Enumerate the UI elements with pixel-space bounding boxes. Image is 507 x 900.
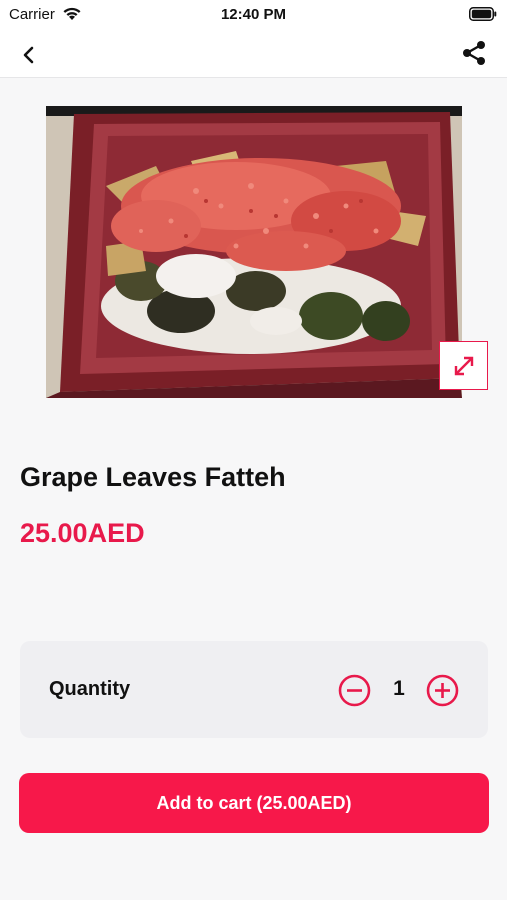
share-button[interactable] <box>459 38 489 68</box>
minus-circle-icon <box>338 674 371 707</box>
add-to-cart-label: Add to cart (25.00AED) <box>156 792 352 813</box>
expand-icon <box>454 356 473 375</box>
decrease-quantity-button[interactable] <box>338 674 371 707</box>
plus-circle-icon <box>426 674 459 707</box>
product-price: 25.00AED <box>20 518 145 548</box>
food-photo <box>46 106 462 398</box>
chevron-left-icon <box>23 46 34 64</box>
quantity-value: 1 <box>393 677 405 700</box>
quantity-selector: Quantity 1 <box>20 641 488 738</box>
clock-time: 12:40 PM <box>220 6 287 23</box>
status-bar: Carrier 12:40 PM <box>0 0 507 30</box>
battery-icon <box>469 7 497 25</box>
product-image[interactable] <box>46 106 462 398</box>
product-title: Grape Leaves Fatteh <box>20 462 286 492</box>
share-icon <box>463 41 485 65</box>
add-to-cart-button[interactable]: Add to cart (25.00AED) <box>19 773 489 833</box>
nav-bar <box>0 30 507 78</box>
quantity-label: Quantity <box>49 678 131 700</box>
back-button[interactable] <box>14 40 44 70</box>
increase-quantity-button[interactable] <box>426 674 459 707</box>
expand-image-button[interactable] <box>439 341 488 390</box>
